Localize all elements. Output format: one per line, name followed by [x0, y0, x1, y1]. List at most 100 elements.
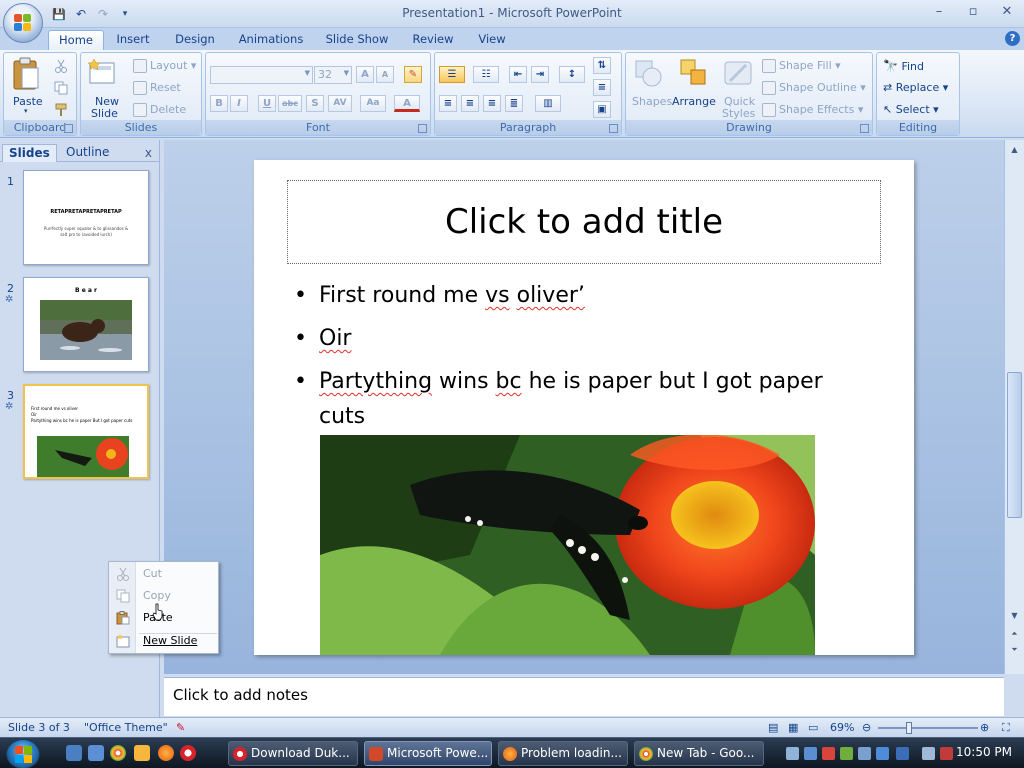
- scroll-down-icon[interactable]: ▼: [1007, 608, 1022, 623]
- butterfly-photo[interactable]: [320, 435, 815, 655]
- tab-insert[interactable]: Insert: [110, 30, 156, 50]
- tray-volume-muted-icon[interactable]: [940, 747, 953, 760]
- change-case-button[interactable]: Aa: [360, 95, 386, 112]
- slide-canvas[interactable]: Click to add title • First round me vs ol…: [254, 160, 914, 655]
- menu-item-new-slide[interactable]: New Slide: [110, 630, 217, 652]
- scrollbar-thumb[interactable]: [1007, 372, 1022, 518]
- smartart-button[interactable]: ▣: [593, 101, 611, 118]
- strikethrough-button[interactable]: abc: [278, 95, 302, 112]
- arrange-button[interactable]: Arrange: [672, 57, 716, 119]
- line-spacing-button[interactable]: ↕: [559, 66, 585, 83]
- firefox-icon[interactable]: [158, 745, 174, 761]
- previous-slide-icon[interactable]: ⏶: [1007, 626, 1022, 641]
- justify-button[interactable]: ≣: [505, 95, 523, 112]
- select-button[interactable]: ↖ Select ▾: [883, 103, 939, 116]
- font-launcher-icon[interactable]: [418, 124, 427, 133]
- help-icon[interactable]: ?: [1005, 31, 1020, 46]
- slide-thumbnail-3[interactable]: First round me vs oliver Oir Partything …: [23, 384, 149, 479]
- slide-show-icon[interactable]: ▭: [808, 721, 818, 734]
- slide-sorter-icon[interactable]: ▦: [788, 721, 798, 734]
- bold-button[interactable]: B: [210, 95, 228, 112]
- zoom-in-icon[interactable]: ⊕: [980, 721, 989, 734]
- maximize-button[interactable]: ▫: [956, 0, 990, 22]
- drawing-launcher-icon[interactable]: [860, 124, 869, 133]
- align-text-button[interactable]: ≡: [593, 79, 611, 96]
- tab-home[interactable]: Home: [48, 30, 104, 50]
- increase-indent-button[interactable]: ⇥: [531, 66, 549, 83]
- replace-button[interactable]: ⇄ Replace ▾: [883, 81, 948, 94]
- normal-view-icon[interactable]: ▤: [768, 721, 778, 734]
- reset-button[interactable]: Reset: [133, 81, 181, 95]
- cut-icon[interactable]: [54, 59, 68, 73]
- taskbar-item-powerpoint[interactable]: Microsoft Powe...: [364, 741, 492, 766]
- delete-slide-button[interactable]: Delete: [133, 103, 186, 117]
- clipboard-launcher-icon[interactable]: [64, 124, 73, 133]
- switch-windows-icon[interactable]: [88, 745, 104, 761]
- tray-bluetooth-icon[interactable]: [876, 747, 889, 760]
- taskbar-item-firefox[interactable]: Problem loadin...: [498, 741, 628, 766]
- tray-network-icon[interactable]: [786, 747, 799, 760]
- menu-item-cut[interactable]: Cut: [110, 563, 217, 585]
- bullets-button[interactable]: ☰: [439, 66, 465, 83]
- character-spacing-button[interactable]: AV: [328, 95, 352, 112]
- vertical-scrollbar[interactable]: ▲ ▼ ⏶ ⏷: [1004, 140, 1024, 674]
- start-button[interactable]: [6, 739, 40, 768]
- zoom-slider-thumb[interactable]: [906, 722, 912, 734]
- tab-animations[interactable]: Animations: [236, 30, 306, 50]
- columns-button[interactable]: ▥: [535, 95, 561, 112]
- find-button[interactable]: 🔭 Find: [883, 59, 924, 73]
- taskbar-item-chrome[interactable]: New Tab - Goo...: [634, 741, 764, 766]
- notes-pane[interactable]: Click to add notes: [164, 677, 1004, 716]
- title-placeholder[interactable]: Click to add title: [287, 180, 881, 264]
- grow-font-button[interactable]: A: [356, 66, 374, 83]
- tray-connection-icon[interactable]: [922, 747, 935, 760]
- zoom-out-icon[interactable]: ⊖: [862, 721, 871, 734]
- zoom-level[interactable]: 69%: [830, 721, 854, 734]
- font-size-combo[interactable]: 32 ▼: [314, 66, 352, 84]
- decrease-indent-button[interactable]: ⇤: [509, 66, 527, 83]
- slide-thumbnail-2[interactable]: B e a r: [23, 277, 149, 372]
- shrink-font-button[interactable]: A: [376, 66, 394, 83]
- spell-check-icon[interactable]: ✎: [176, 721, 185, 734]
- next-slide-icon[interactable]: ⏷: [1007, 642, 1022, 657]
- tray-update-icon[interactable]: [840, 747, 853, 760]
- slide-thumbnail-1[interactable]: RETAPRETAPRETAPRETAP Purrfectly super sq…: [23, 170, 149, 265]
- clock[interactable]: 10:50 PM: [956, 745, 1012, 759]
- tray-security-icon[interactable]: [822, 747, 835, 760]
- paste-button[interactable]: Paste ▾: [11, 57, 45, 117]
- office-button[interactable]: [3, 3, 43, 43]
- zoom-slider[interactable]: [878, 722, 978, 734]
- italic-button[interactable]: I: [230, 95, 248, 112]
- shape-fill-button[interactable]: Shape Fill ▾: [762, 59, 841, 73]
- tab-view[interactable]: View: [472, 30, 512, 50]
- align-center-button[interactable]: ≡: [461, 95, 479, 112]
- tab-design[interactable]: Design: [170, 30, 220, 50]
- tab-outline-pane[interactable]: Outline: [60, 144, 115, 162]
- quick-styles-button[interactable]: Quick Styles: [720, 57, 758, 120]
- font-color-button[interactable]: A: [394, 95, 420, 112]
- new-slide-button[interactable]: New Slide: [87, 57, 125, 120]
- close-button[interactable]: ✕: [990, 0, 1024, 22]
- tab-review[interactable]: Review: [408, 30, 458, 50]
- taskbar-item-opera[interactable]: Download Duk...: [228, 741, 358, 766]
- copy-icon[interactable]: [54, 81, 68, 95]
- opera-icon[interactable]: [180, 745, 196, 761]
- show-desktop-icon[interactable]: [66, 745, 82, 761]
- content-placeholder[interactable]: • First round me vs oliver’ • Oir • Partyth…: [294, 278, 874, 434]
- paragraph-launcher-icon[interactable]: [609, 124, 618, 133]
- tab-slides-pane[interactable]: Slides: [2, 144, 57, 162]
- mail-icon[interactable]: [134, 745, 150, 761]
- tray-monitor-icon[interactable]: [858, 747, 871, 760]
- text-direction-button[interactable]: ⇅: [593, 57, 611, 74]
- tray-info-icon[interactable]: [896, 747, 909, 760]
- underline-button[interactable]: U: [258, 95, 276, 112]
- shape-outline-button[interactable]: Shape Outline ▾: [762, 81, 866, 95]
- text-shadow-button[interactable]: S: [306, 95, 324, 112]
- layout-button[interactable]: Layout ▾: [133, 59, 196, 73]
- clear-formatting-button[interactable]: ✎: [404, 66, 422, 83]
- numbering-button[interactable]: ☷: [473, 66, 499, 83]
- scroll-up-icon[interactable]: ▲: [1007, 142, 1022, 157]
- font-name-combo[interactable]: ▼: [210, 66, 313, 84]
- pane-close-icon[interactable]: x: [145, 146, 152, 160]
- align-right-button[interactable]: ≡: [483, 95, 501, 112]
